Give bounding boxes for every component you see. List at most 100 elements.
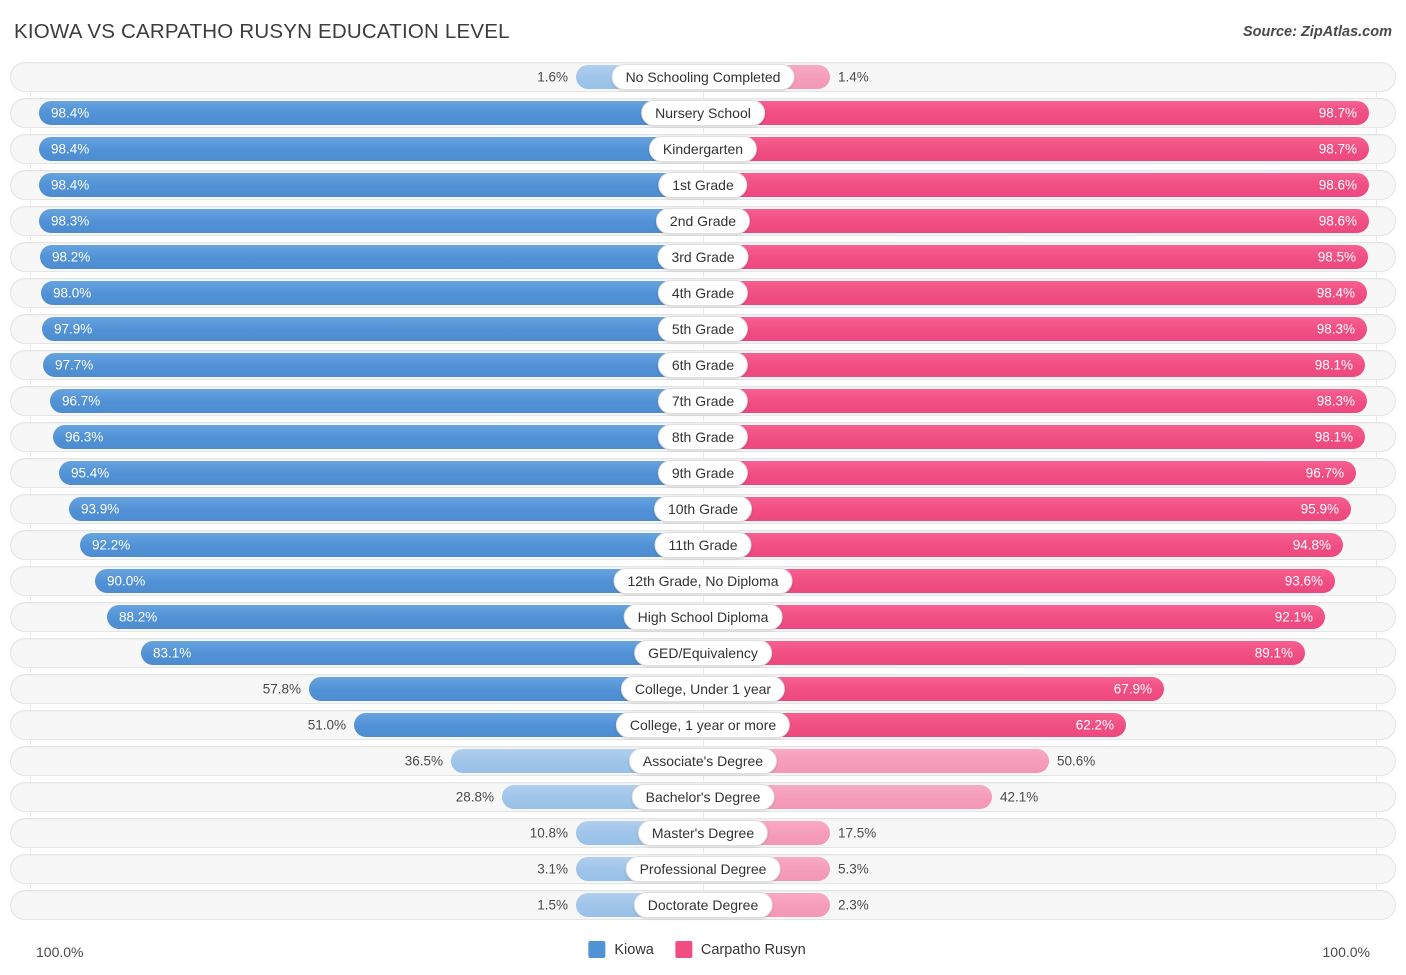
bar-value-carpatho-rusyn: 98.1%	[1315, 430, 1353, 444]
legend-swatch	[588, 941, 605, 958]
chart-row: 57.8%67.9%College, Under 1 year	[10, 674, 1396, 704]
row-left-half: 83.1%	[11, 639, 694, 667]
chart-row: 98.4%98.7%Kindergarten	[10, 134, 1396, 164]
bar-value-carpatho-rusyn: 98.3%	[1317, 322, 1355, 336]
bar-value-carpatho-rusyn: 98.7%	[1319, 106, 1357, 120]
bar-carpatho-rusyn: 93.6%	[712, 569, 1335, 593]
bar-kiowa: 97.9%	[42, 317, 694, 341]
bar-value-kiowa: 97.7%	[55, 358, 93, 372]
bar-value-carpatho-rusyn: 93.6%	[1285, 574, 1323, 588]
chart-page: KIOWA VS CARPATHO RUSYN EDUCATION LEVEL …	[0, 0, 1406, 975]
axis-max-right: 100.0%	[1323, 944, 1370, 960]
row-left-half: 97.9%	[11, 315, 694, 343]
bar-value-carpatho-rusyn: 94.8%	[1293, 538, 1331, 552]
category-label: Nursery School	[641, 100, 765, 126]
bar-kiowa: 90.0%	[95, 569, 694, 593]
row-right-half: 42.1%	[712, 783, 1395, 811]
chart-row: 10.8%17.5%Master's Degree	[10, 818, 1396, 848]
bar-value-kiowa: 88.2%	[119, 610, 157, 624]
bar-kiowa: 92.2%	[80, 533, 694, 557]
bar-value-kiowa: 98.3%	[51, 214, 89, 228]
category-label: 7th Grade	[658, 388, 748, 414]
row-left-half: 88.2%	[11, 603, 694, 631]
bar-carpatho-rusyn: 98.6%	[712, 209, 1369, 233]
bar-kiowa: 96.7%	[50, 389, 694, 413]
bar-value-kiowa: 93.9%	[81, 502, 119, 516]
bar-kiowa: 97.7%	[43, 353, 694, 377]
bar-kiowa: 98.4%	[39, 101, 694, 125]
bar-value-kiowa: 57.8%	[263, 682, 301, 696]
bar-value-carpatho-rusyn: 98.1%	[1315, 358, 1353, 372]
chart-row: 1.6%1.4%No Schooling Completed	[10, 62, 1396, 92]
category-label: 10th Grade	[654, 496, 752, 522]
row-left-half: 98.3%	[11, 207, 694, 235]
chart-row: 97.9% 98.3% 5th Grade	[10, 314, 1396, 344]
bar-value-kiowa: 90.0%	[107, 574, 145, 588]
bar-value-kiowa: 51.0%	[308, 718, 346, 732]
bar-kiowa: 93.9%	[69, 497, 694, 521]
bar-value-kiowa: 96.3%	[65, 430, 103, 444]
bar-carpatho-rusyn: 98.1%	[712, 425, 1365, 449]
bar-kiowa: 95.4%	[59, 461, 694, 485]
chart-row: 96.7% 98.3%7th Grade	[10, 386, 1396, 416]
bar-value-carpatho-rusyn: 92.1%	[1275, 610, 1313, 624]
row-left-half: 98.2%	[11, 243, 694, 271]
bar-value-kiowa: 36.5%	[405, 754, 443, 768]
bar-kiowa: 83.1%	[141, 641, 694, 665]
chart-row: 98.4% 98.7% Nursery School	[10, 98, 1396, 128]
chart-row: 98.2%98.5%3rd Grade	[10, 242, 1396, 272]
row-right-half: 5.3%	[712, 855, 1395, 883]
row-right-half: 62.2%	[712, 711, 1395, 739]
bar-value-kiowa: 3.1%	[537, 862, 568, 876]
bar-value-kiowa: 95.4%	[71, 466, 109, 480]
row-right-half: 1.4%	[712, 63, 1395, 91]
bar-carpatho-rusyn: 98.4%	[712, 281, 1367, 305]
bar-carpatho-rusyn: 92.1%	[712, 605, 1325, 629]
bar-value-kiowa: 97.9%	[54, 322, 92, 336]
row-right-half: 96.7%	[712, 459, 1395, 487]
bar-value-kiowa: 1.5%	[537, 898, 568, 912]
bar-carpatho-rusyn: 94.8%	[712, 533, 1343, 557]
diverging-bar-chart: 1.6%1.4%No Schooling Completed98.4%98.7%…	[0, 62, 1406, 937]
chart-row: 90.0%93.6%12th Grade, No Diploma	[10, 566, 1396, 596]
row-right-half: 98.6%	[712, 207, 1395, 235]
category-label: 1st Grade	[658, 172, 747, 198]
row-right-half: 98.4%	[712, 279, 1395, 307]
chart-row: 98.3% 98.6%2nd Grade	[10, 206, 1396, 236]
bar-value-carpatho-rusyn: 50.6%	[1057, 754, 1095, 768]
row-right-half: 67.9%	[712, 675, 1395, 703]
bar-carpatho-rusyn: 98.5%	[712, 245, 1368, 269]
row-left-half: 93.9%	[11, 495, 694, 523]
bar-value-carpatho-rusyn: 2.3%	[838, 898, 869, 912]
bar-carpatho-rusyn: 98.7%	[712, 101, 1369, 125]
category-label: 2nd Grade	[656, 208, 750, 234]
row-left-half: 90.0%	[11, 567, 694, 595]
row-left-half: 98.4%	[11, 135, 694, 163]
bar-kiowa: 88.2%	[107, 605, 694, 629]
chart-row: 96.3%98.1%8th Grade	[10, 422, 1396, 452]
row-left-half: 57.8%	[11, 675, 694, 703]
row-left-half: 97.7%	[11, 351, 694, 379]
bar-value-kiowa: 83.1%	[153, 646, 191, 660]
row-right-half: 92.1%	[712, 603, 1395, 631]
legend-label: Kiowa	[614, 942, 654, 958]
page-title: KIOWA VS CARPATHO RUSYN EDUCATION LEVEL	[14, 20, 510, 44]
category-label: Kindergarten	[649, 136, 757, 162]
legend-label: Carpatho Rusyn	[701, 942, 806, 958]
category-label: Doctorate Degree	[634, 892, 773, 918]
row-left-half: 1.5%	[11, 891, 694, 919]
row-left-half: 3.1%	[11, 855, 694, 883]
chart-row: 1.5% 2.3% Doctorate Degree	[10, 890, 1396, 920]
source-attribution: Source: ZipAtlas.com	[1243, 24, 1392, 40]
bar-value-carpatho-rusyn: 1.4%	[838, 70, 869, 84]
bar-value-carpatho-rusyn: 95.9%	[1301, 502, 1339, 516]
category-label: 5th Grade	[658, 316, 748, 342]
row-right-half: 98.3%	[712, 387, 1395, 415]
bar-value-kiowa: 92.2%	[92, 538, 130, 552]
bar-kiowa: 98.2%	[40, 245, 694, 269]
category-label: Associate's Degree	[629, 748, 777, 774]
chart-row: 98.0%98.4%4th Grade	[10, 278, 1396, 308]
row-right-half: 89.1%	[712, 639, 1395, 667]
category-label: 11th Grade	[654, 532, 751, 558]
category-label: 6th Grade	[658, 352, 748, 378]
